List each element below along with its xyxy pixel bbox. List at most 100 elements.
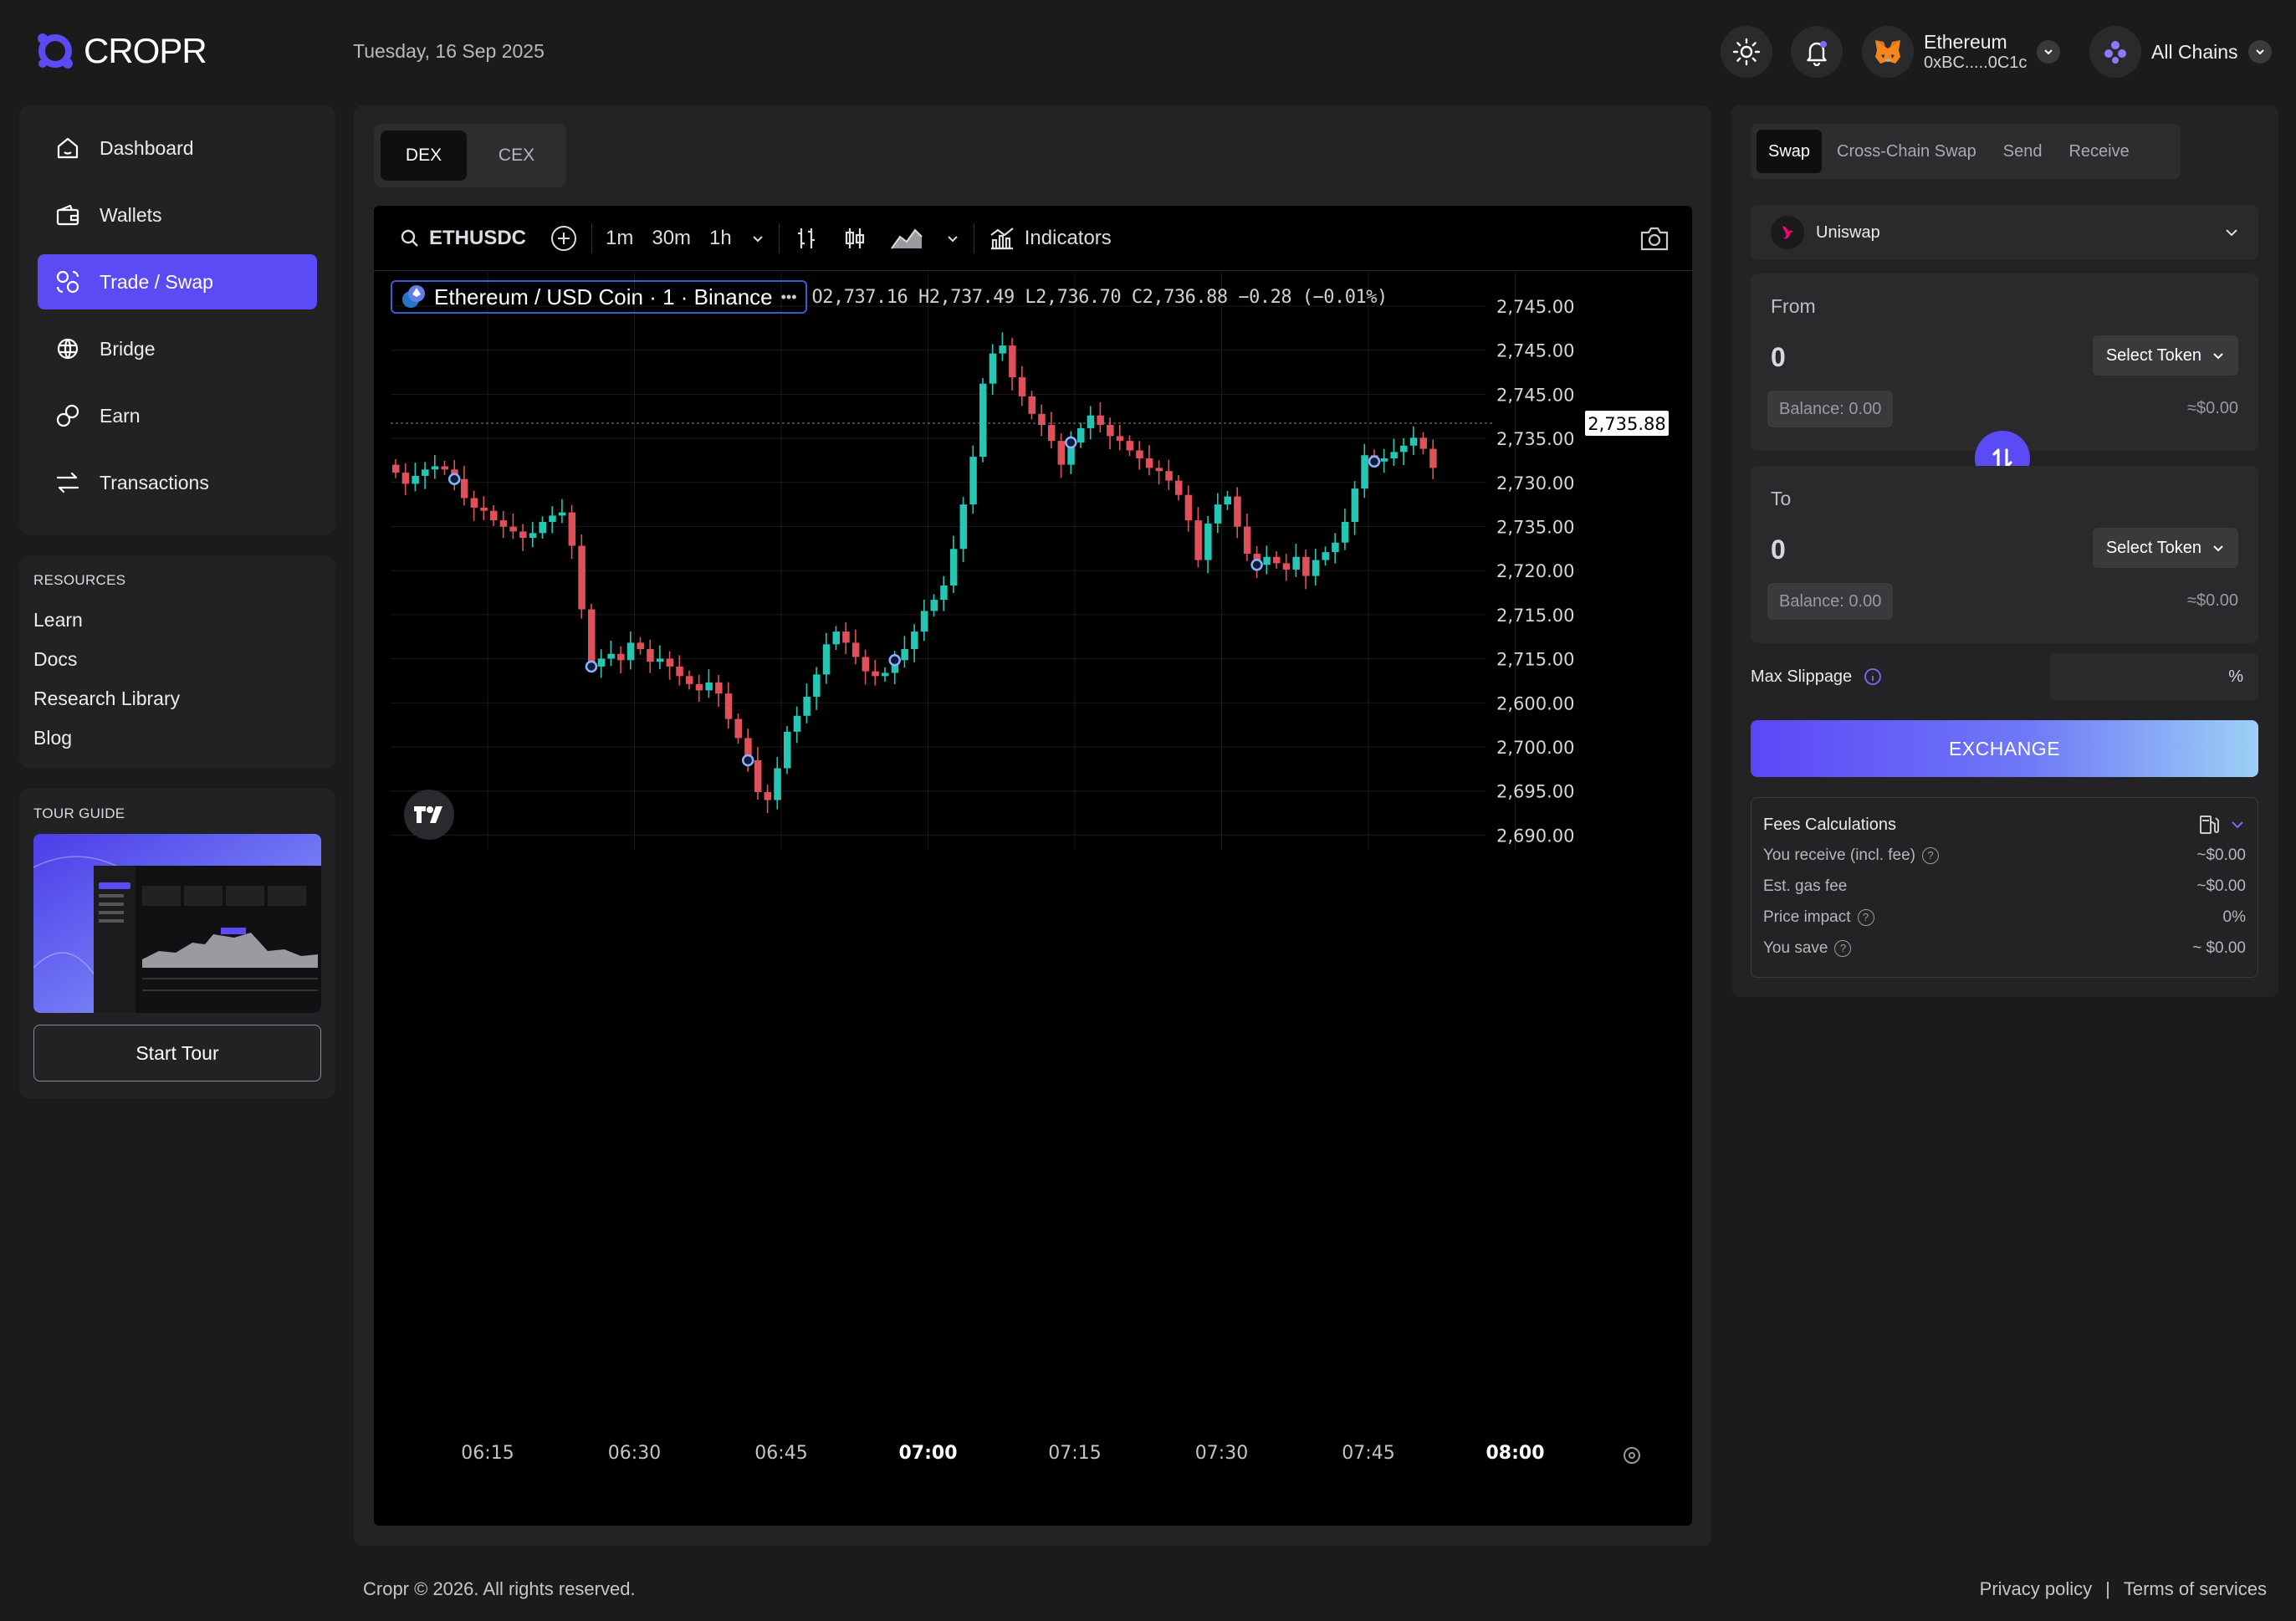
interval-1m[interactable]: 1m [606,227,633,250]
footer-links: Privacy policy | Terms of services [1980,1578,2267,1600]
y-tick-label: 2,745.00 [1496,297,1575,317]
candle-body [793,715,801,732]
trade-marker [741,754,754,767]
tradingview-chart[interactable]: 2,745.00 2,745.00 2,745.00 2,735.00 2,730.00… [374,206,1692,1526]
to-amount-input[interactable]: 0 [1771,534,1786,565]
interval-1h[interactable]: 1h [709,227,732,250]
sidebar-item-transactions[interactable]: Transactions [38,455,317,510]
sidebar-item-label: Wallets [100,203,162,226]
sidebar-item-label: Trade / Swap [100,270,213,293]
exchange-button[interactable]: EXCHANGE [1751,720,2258,777]
candle-body [1077,427,1085,442]
search-icon [401,229,418,247]
from-balance: Balance: 0.00 [1767,391,1894,427]
max-slippage-input[interactable]: % [2049,653,2258,700]
from-select-token-button[interactable]: Select Token [2092,335,2238,376]
more-options-icon[interactable]: ••• [781,289,797,306]
to-select-token-button[interactable]: Select Token [2092,528,2238,568]
symbol-search[interactable]: ETHUSDC [399,206,526,271]
market-type-tabs: DEX CEX [374,124,566,187]
camera-icon [1640,227,1669,251]
chain-selector[interactable]: All Chains [2089,26,2272,78]
interval-30m[interactable]: 30m [652,227,691,250]
tab-send[interactable]: Send [1992,130,2054,173]
trade-marker [1368,455,1381,468]
sidebar-item-earn[interactable]: Earn [38,388,317,443]
tab-cex[interactable]: CEX [473,130,560,181]
indicators-button[interactable]: Indicators [988,206,1112,271]
tab-dex[interactable]: DEX [381,130,467,181]
dex-selector[interactable]: Uniswap [1751,205,2258,260]
from-amount-input[interactable]: 0 [1771,342,1786,373]
home-icon [57,137,79,159]
tour-guide-title: TOUR GUIDE [33,805,125,821]
candle-body [558,512,566,516]
resource-link-research-library[interactable]: Research Library [33,679,321,718]
help-icon[interactable]: ? [1834,939,1852,957]
privacy-policy-link[interactable]: Privacy policy [1980,1578,2092,1600]
y-tick-label: 2,600.00 [1496,693,1575,713]
sidebar-item-wallets[interactable]: Wallets [38,187,317,243]
candle-body [607,653,615,659]
candle-body [1409,437,1418,446]
sidebar-item-dashboard[interactable]: Dashboard [38,120,317,176]
candle-body [715,682,723,694]
sidebar-item-trade-swap[interactable]: Trade / Swap [38,254,317,309]
fee-label: You receive (incl. fee) [1763,846,1916,864]
symbol-legend[interactable]: Ethereum / USD Coin · 1 · Binance ••• [391,280,807,314]
candle-body [1234,496,1241,527]
resource-link-blog[interactable]: Blog [33,718,321,758]
tradingview-logo-icon[interactable] [404,790,454,840]
resource-link-learn[interactable]: Learn [33,601,321,640]
bars-style-icon[interactable] [793,225,820,252]
candle-body [1380,458,1388,462]
tour-preview-image [33,834,321,1013]
candle-body [1214,504,1222,524]
candles-style-icon[interactable] [841,225,868,252]
x-tick-label: 06:45 [754,1443,807,1464]
fee-value: ~$0.00 [2196,846,2246,864]
candle-body [1332,542,1339,553]
notifications-button[interactable] [1791,26,1843,78]
chevron-down-icon [2213,545,2223,552]
dex-label: Uniswap [1816,222,1880,242]
candle-body [1145,458,1153,468]
area-style-icon[interactable] [890,225,923,252]
chart-settings-button[interactable] [1622,1445,1642,1470]
candle-body [617,653,625,661]
tab-receive[interactable]: Receive [2057,130,2140,173]
chevron-down-icon[interactable] [945,231,960,246]
resource-link-docs[interactable]: Docs [33,640,321,679]
tab-swap[interactable]: Swap [1757,130,1823,173]
candle-body [431,466,439,470]
candle-body [774,768,781,800]
terms-link[interactable]: Terms of services [2124,1578,2267,1600]
candle-body [872,671,879,677]
start-tour-button[interactable]: Start Tour [33,1025,321,1082]
brand-logo[interactable]: CROPR [35,30,207,72]
help-icon[interactable]: ? [1857,908,1874,926]
y-tick-label: 2,735.00 [1496,429,1575,449]
candle-body [1361,455,1368,489]
wallet-selector[interactable]: Ethereum 0xBC.....0C1c [1862,26,2061,78]
candle-body [1136,450,1143,458]
chevron-down-icon [2226,229,2237,237]
settings-icon [1624,1447,1640,1464]
price-chart: 2,745.00 2,745.00 2,745.00 2,735.00 2,730.00… [391,273,1669,1464]
fees-header[interactable]: Fees Calculations [1763,810,2246,840]
help-icon[interactable]: ? [1922,846,1940,864]
compare-button[interactable] [550,206,578,271]
tab-cross-chain-swap[interactable]: Cross-Chain Swap [1825,130,1988,173]
sidebar-item-bridge[interactable]: Bridge [38,321,317,376]
chains-icon [2089,26,2141,78]
chain-filter-label: All Chains [2151,40,2238,63]
chevron-down-icon[interactable] [750,231,765,246]
candle-body [1322,552,1329,560]
fee-label: Est. gas fee [1763,877,1848,895]
screenshot-button[interactable] [1639,224,1670,257]
to-balance: Balance: 0.00 [1767,583,1894,620]
info-icon[interactable] [1864,667,1882,686]
fee-row-gas: Est. gas fee ~$0.00 [1763,871,2246,902]
theme-toggle-button[interactable] [1721,26,1772,78]
y-tick-label: 2,735.00 [1496,518,1575,538]
